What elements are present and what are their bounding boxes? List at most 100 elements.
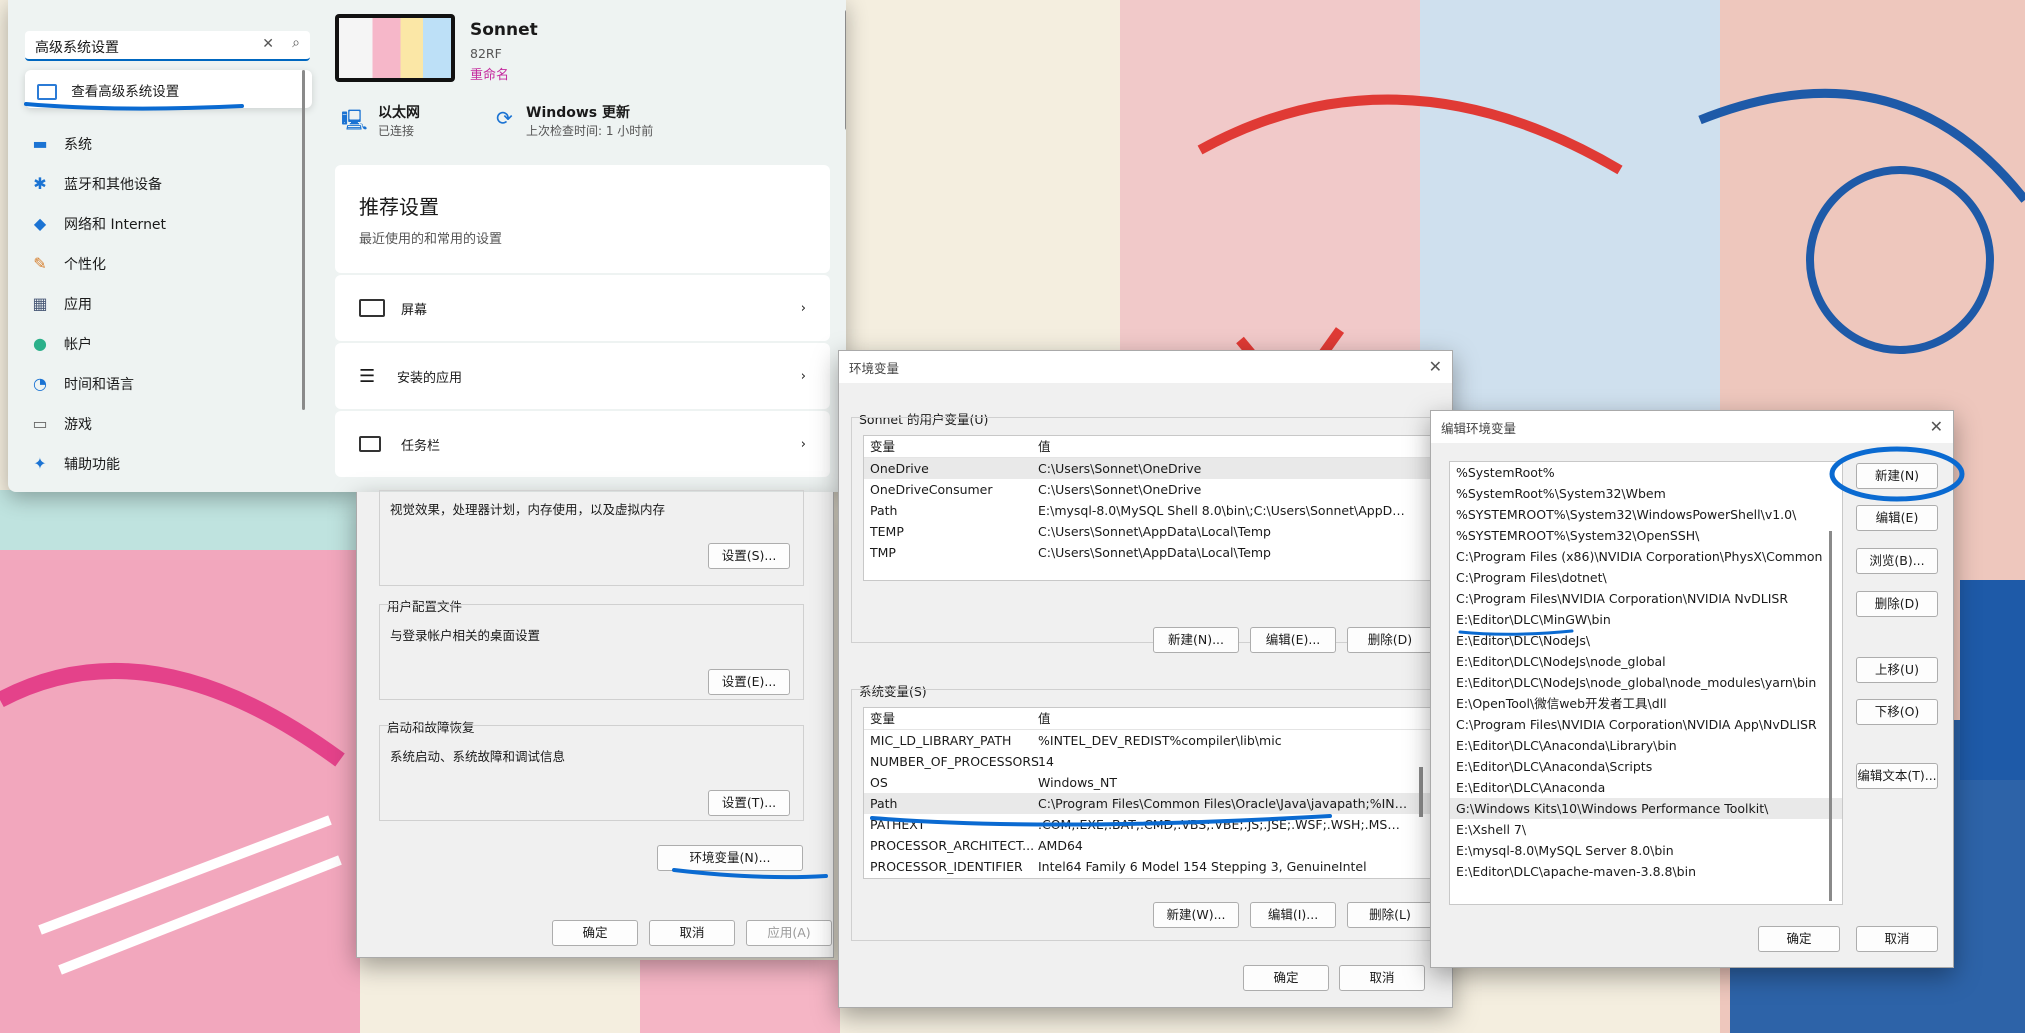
table-row[interactable]: MIC_LD_LIBRARY_PATH %INTEL_DEV_REDIST%com… [864, 730, 1432, 751]
search-suggestion[interactable]: 查看高级系统设置 [25, 70, 312, 108]
startup-settings-button[interactable]: 设置(T)... [708, 790, 790, 816]
sidebar-item-accessibility[interactable]: ✦ 辅助功能 [30, 446, 300, 482]
list-item[interactable]: E:\Editor\DLC\apache-maven-3.8.8\bin [1450, 861, 1842, 882]
list-item[interactable]: C:\Program Files\dotnet\ [1450, 567, 1842, 588]
list-item[interactable]: E:\Editor\DLC\Anaconda\Scripts [1450, 756, 1842, 777]
sidebar-item-accounts[interactable]: ● 帐户 [30, 326, 300, 362]
table-row[interactable]: OS Windows_NT [864, 772, 1432, 793]
table-header: 变量 值 [864, 708, 1432, 730]
column-header-variable[interactable]: 变量 [870, 711, 895, 726]
system-edit-button[interactable]: 编辑(I)... [1250, 902, 1336, 928]
delete-path-button[interactable]: 删除(D) [1856, 591, 1938, 617]
sidebar-item-label: 蓝牙和其他设备 [64, 177, 162, 193]
cancel-button[interactable]: 取消 [649, 920, 735, 946]
close-icon[interactable]: ✕ [262, 36, 274, 52]
list-item[interactable]: %SYSTEMROOT%\System32\OpenSSH\ [1450, 525, 1842, 546]
recommended-item-taskbar[interactable]: 任务栏 › [335, 411, 830, 477]
list-item[interactable]: E:\Editor\DLC\NodeJs\node_global\node_mo… [1450, 672, 1842, 693]
recommended-header: 推荐设置 最近使用的和常用的设置 [335, 165, 830, 273]
list-item[interactable]: E:\Editor\DLC\NodeJs\node_global [1450, 651, 1842, 672]
table-row[interactable]: Path E:\mysql-8.0\MySQL Shell 8.0\bin\;C:… [864, 500, 1432, 521]
table-row[interactable]: TMP C:\Users\Sonnet\AppData\Local\Temp [864, 542, 1432, 563]
list-item[interactable]: %SystemRoot%\System32\Wbem [1450, 483, 1842, 504]
table-row[interactable]: PROCESSOR_IDENTIFIER Intel64 Family 6 Mod… [864, 856, 1432, 877]
user-new-button[interactable]: 新建(N)... [1153, 627, 1239, 653]
list-item[interactable]: E:\Editor\DLC\NodeJs\ [1450, 630, 1842, 651]
system-new-button[interactable]: 新建(W)... [1153, 902, 1239, 928]
list-item[interactable]: G:\Windows Kits\10\Windows Performance T… [1450, 798, 1842, 819]
path-list-scrollbar[interactable] [1829, 531, 1832, 901]
ok-button[interactable]: 确定 [552, 920, 638, 946]
user-edit-button[interactable]: 编辑(E)... [1250, 627, 1336, 653]
table-row[interactable]: NUMBER_OF_PROCESSORS 14 [864, 751, 1432, 772]
windows-update-title[interactable]: Windows 更新 [526, 102, 630, 122]
table-row[interactable]: PATHEXT .COM;.EXE;.BAT;.CMD;.VBS;.VBE;.JS… [864, 814, 1432, 835]
browse-button[interactable]: 浏览(B)... [1856, 548, 1938, 574]
list-item[interactable]: C:\Program Files (x86)\NVIDIA Corporatio… [1450, 546, 1842, 567]
table-row[interactable]: OneDriveConsumer C:\Users\Sonnet\OneDrive [864, 479, 1432, 500]
sidebar-item-bluetooth[interactable]: ✱ 蓝牙和其他设备 [30, 166, 300, 202]
column-header-value[interactable]: 值 [1038, 436, 1408, 457]
accessibility-icon: ✦ [33, 454, 47, 473]
list-item[interactable]: E:\Xshell 7\ [1450, 819, 1842, 840]
list-item[interactable]: C:\Program Files\NVIDIA Corporation\NVID… [1450, 588, 1842, 609]
recommended-title: 推荐设置 [359, 195, 439, 219]
cancel-button[interactable]: 取消 [1856, 926, 1938, 952]
sidebar-item-time-language[interactable]: ◔ 时间和语言 [30, 366, 300, 402]
edit-text-button[interactable]: 编辑文本(T)... [1856, 763, 1938, 789]
var-name: PATHEXT [870, 817, 926, 832]
sidebar-item-apps[interactable]: ▦ 应用 [30, 286, 300, 322]
sidebar-item-label: 网络和 Internet [64, 217, 167, 233]
table-row[interactable]: OneDrive C:\Users\Sonnet\OneDrive [864, 458, 1432, 479]
list-item[interactable]: %SystemRoot% [1450, 462, 1842, 483]
list-item[interactable]: C:\Program Files\NVIDIA Corporation\NVID… [1450, 714, 1842, 735]
list-item[interactable]: E:\Editor\DLC\MinGW\bin [1450, 609, 1842, 630]
move-up-button[interactable]: 上移(U) [1856, 657, 1938, 683]
recommended-item-installed-apps[interactable]: ☰ 安装的应用 › [335, 343, 830, 409]
sidebar-item-personalization[interactable]: ✎ 个性化 [30, 246, 300, 282]
system-vars-scrollbar[interactable] [1419, 767, 1423, 817]
system-delete-button[interactable]: 删除(L) [1347, 902, 1433, 928]
new-path-button[interactable]: 新建(N) [1856, 463, 1938, 489]
person-icon: ● [33, 334, 47, 353]
sidebar-item-gaming[interactable]: ▭ 游戏 [30, 406, 300, 442]
close-icon[interactable]: ✕ [1429, 357, 1442, 376]
ok-button[interactable]: 确定 [1758, 926, 1840, 952]
search-input[interactable]: 高级系统设置 ✕ ⌕ [25, 31, 310, 61]
list-item[interactable]: E:\OpenTool\微信web开发者工具\dll [1450, 693, 1842, 714]
table-row-selected[interactable]: Path C:\Program Files\Common Files\Oracle… [864, 793, 1432, 814]
environment-variables-dialog: 环境变量 ✕ Sonnet 的用户变量(U) 变量值 OneDrive C:\Use… [838, 350, 1453, 1008]
var-value: %INTEL_DEV_REDIST%compiler\lib\mic [1038, 733, 1282, 748]
user-delete-button[interactable]: 删除(D) [1347, 627, 1433, 653]
list-item[interactable]: E:\mysql-8.0\MySQL Server 8.0\bin [1450, 840, 1842, 861]
close-icon[interactable]: ✕ [1930, 417, 1943, 436]
list-item[interactable]: E:\Editor\DLC\Anaconda [1450, 777, 1842, 798]
main-scrollbar[interactable] [845, 10, 846, 130]
chevron-right-icon: › [800, 368, 806, 384]
var-value: C:\Users\Sonnet\OneDrive [1038, 482, 1202, 497]
rename-link[interactable]: 重命名 [470, 64, 509, 83]
profile-settings-button[interactable]: 设置(E)... [708, 669, 790, 695]
table-row[interactable]: PROCESSOR_ARCHITECT... AMD64 [864, 835, 1432, 856]
recommended-item-display[interactable]: 屏幕 › [335, 275, 830, 341]
performance-settings-button[interactable]: 设置(S)... [708, 543, 790, 569]
sidebar-scrollbar[interactable] [302, 70, 305, 410]
column-header-value[interactable]: 值 [1038, 708, 1408, 729]
edit-path-button[interactable]: 编辑(E) [1856, 505, 1938, 531]
move-down-button[interactable]: 下移(O) [1856, 699, 1938, 725]
windows-update-icon: ⟳ [496, 106, 513, 130]
search-icon[interactable]: ⌕ [292, 35, 300, 51]
gamepad-icon: ▭ [32, 414, 48, 433]
cancel-button[interactable]: 取消 [1339, 965, 1425, 991]
ok-button[interactable]: 确定 [1243, 965, 1329, 991]
recommended-subtitle: 最近使用的和常用的设置 [359, 232, 503, 247]
recommended-item-label: 安装的应用 [397, 370, 463, 386]
environment-variables-button[interactable]: 环境变量(N)... [657, 845, 803, 871]
column-header-variable[interactable]: 变量 [870, 439, 895, 454]
table-row[interactable]: TEMP C:\Users\Sonnet\AppData\Local\Temp [864, 521, 1432, 542]
var-value: C:\Users\Sonnet\AppData\Local\Temp [1038, 545, 1271, 560]
sidebar-item-system[interactable]: ▬ 系统 [30, 126, 300, 162]
list-item[interactable]: %SYSTEMROOT%\System32\WindowsPowerShell\… [1450, 504, 1842, 525]
sidebar-item-network[interactable]: ◆ 网络和 Internet [30, 206, 300, 242]
list-item[interactable]: E:\Editor\DLC\Anaconda\Library\bin [1450, 735, 1842, 756]
